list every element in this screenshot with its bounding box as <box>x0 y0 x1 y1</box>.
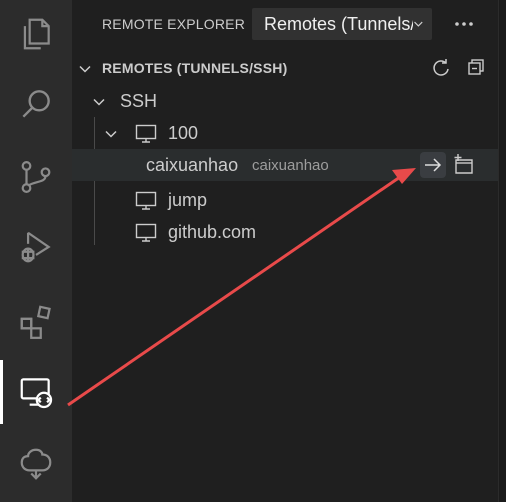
ellipsis-icon <box>455 22 473 26</box>
chevron-down-icon <box>414 21 423 27</box>
monitor-icon <box>135 191 157 210</box>
collapse-all-button[interactable] <box>463 54 489 80</box>
remotes-select[interactable]: Remotes (Tunnels/SSH) <box>252 8 432 40</box>
more-actions-button[interactable] <box>452 12 476 36</box>
activity-bar <box>0 0 72 502</box>
tree-item-label: SSH <box>120 91 158 111</box>
remotes-section-header[interactable]: REMOTES (TUNNELS/SSH) <box>72 52 498 84</box>
chevron-down-icon <box>105 130 117 138</box>
extensions-icon[interactable] <box>0 290 72 354</box>
tree-item-label: jump <box>168 190 208 210</box>
monitor-icon <box>135 124 157 143</box>
monitor-icon <box>135 223 157 242</box>
remote-explorer-sidebar: REMOTE EXPLORER Remotes (Tunnels/SSH) RE… <box>72 0 498 502</box>
refresh-icon <box>433 59 449 76</box>
remote-explorer-icon[interactable] <box>0 360 72 424</box>
refresh-button[interactable] <box>428 54 454 80</box>
tree-item-host-jump[interactable]: jump <box>72 184 498 216</box>
connect-in-current-window-button[interactable] <box>420 152 446 178</box>
connect-in-new-window-button[interactable] <box>451 152 477 178</box>
remotes-select-value: Remotes (Tunnels/SSH) <box>264 13 413 34</box>
tree-item-folder-caixuanhao[interactable]: caixuanhao caixuanhao <box>72 149 498 181</box>
section-title: REMOTES (TUNNELS/SSH) <box>102 60 288 76</box>
collapse-all-icon <box>468 59 484 75</box>
sidebar-header: REMOTE EXPLORER Remotes (Tunnels/SSH) <box>72 0 498 50</box>
arrow-right-icon <box>425 158 442 172</box>
chevron-down-icon <box>79 65 91 73</box>
tree-item-ssh[interactable]: SSH <box>72 85 498 117</box>
tree-item-label: caixuanhao <box>146 155 239 175</box>
tree-item-label: 100 <box>168 123 199 143</box>
explorer-icon[interactable] <box>0 2 72 66</box>
tree-item-host-github[interactable]: github.com <box>72 216 498 248</box>
source-control-icon[interactable] <box>0 145 72 209</box>
editor-edge <box>498 0 506 502</box>
tree-item-host-100[interactable]: 100 <box>72 117 498 149</box>
chevron-down-icon <box>93 98 105 106</box>
remote-tunnel-icon[interactable] <box>0 432 72 496</box>
new-window-icon <box>454 154 473 174</box>
tree-item-label: github.com <box>168 222 257 242</box>
run-debug-icon[interactable] <box>0 215 72 279</box>
tree-item-description: caixuanhao <box>252 157 329 174</box>
search-icon[interactable] <box>0 72 72 136</box>
panel-title: REMOTE EXPLORER <box>102 16 246 32</box>
